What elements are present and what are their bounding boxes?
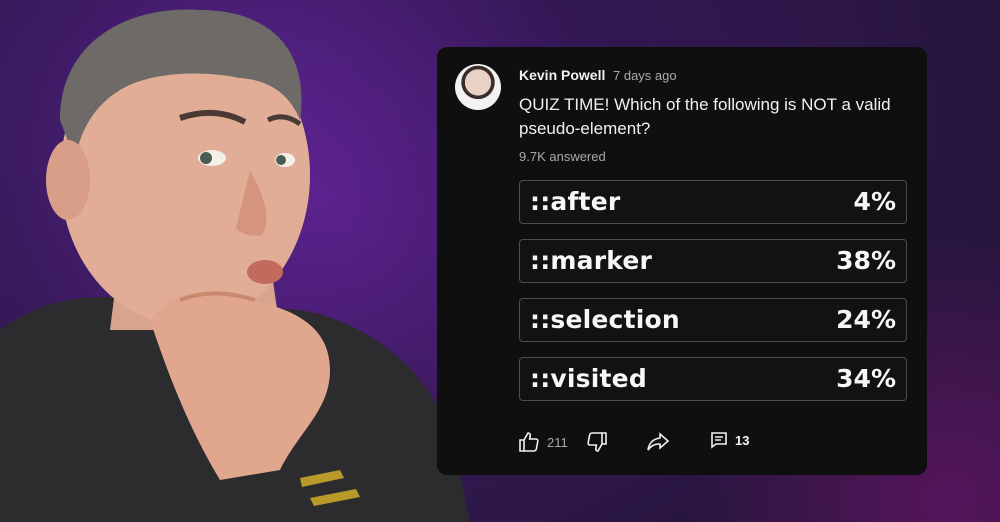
share-icon <box>647 432 670 451</box>
poll-option-marker[interactable]: ::marker 38% <box>519 239 907 283</box>
thumbs-down-icon <box>587 432 607 452</box>
poll-option-visited[interactable]: ::visited 34% <box>519 357 907 401</box>
author-name[interactable]: Kevin Powell <box>519 67 605 83</box>
author-avatar[interactable] <box>455 64 501 110</box>
poll-option-percent: 34% <box>836 364 896 393</box>
share-button[interactable] <box>645 430 671 454</box>
like-count: 211 <box>547 434 568 450</box>
comment-icon <box>711 432 727 449</box>
poll-option-label: ::visited <box>530 364 647 393</box>
poll-option-after[interactable]: ::after 4% <box>519 180 907 224</box>
comments-button[interactable]: 13 <box>709 430 749 450</box>
poll-option-selection[interactable]: ::selection 24% <box>519 298 907 342</box>
poll-option-percent: 24% <box>836 305 896 334</box>
answered-count: 9.7K answered <box>519 149 606 164</box>
poll-option-percent: 4% <box>853 187 896 216</box>
action-bar: 211 13 <box>517 430 777 458</box>
poll-option-label: ::after <box>530 187 621 216</box>
dislike-button[interactable] <box>585 430 609 454</box>
poll-option-label: ::marker <box>530 246 653 275</box>
thumbs-up-icon <box>519 432 539 452</box>
person-photo <box>0 9 470 522</box>
comment-count: 13 <box>735 432 750 448</box>
poll-card: Kevin Powell 7 days ago QUIZ TIME! Which… <box>437 47 927 475</box>
post-timestamp[interactable]: 7 days ago <box>613 68 677 83</box>
poll-option-label: ::selection <box>530 305 680 334</box>
like-button[interactable]: 211 <box>517 430 568 454</box>
poll-question: QUIZ TIME! Which of the following is NOT… <box>519 95 891 138</box>
poll-option-percent: 38% <box>836 246 896 275</box>
